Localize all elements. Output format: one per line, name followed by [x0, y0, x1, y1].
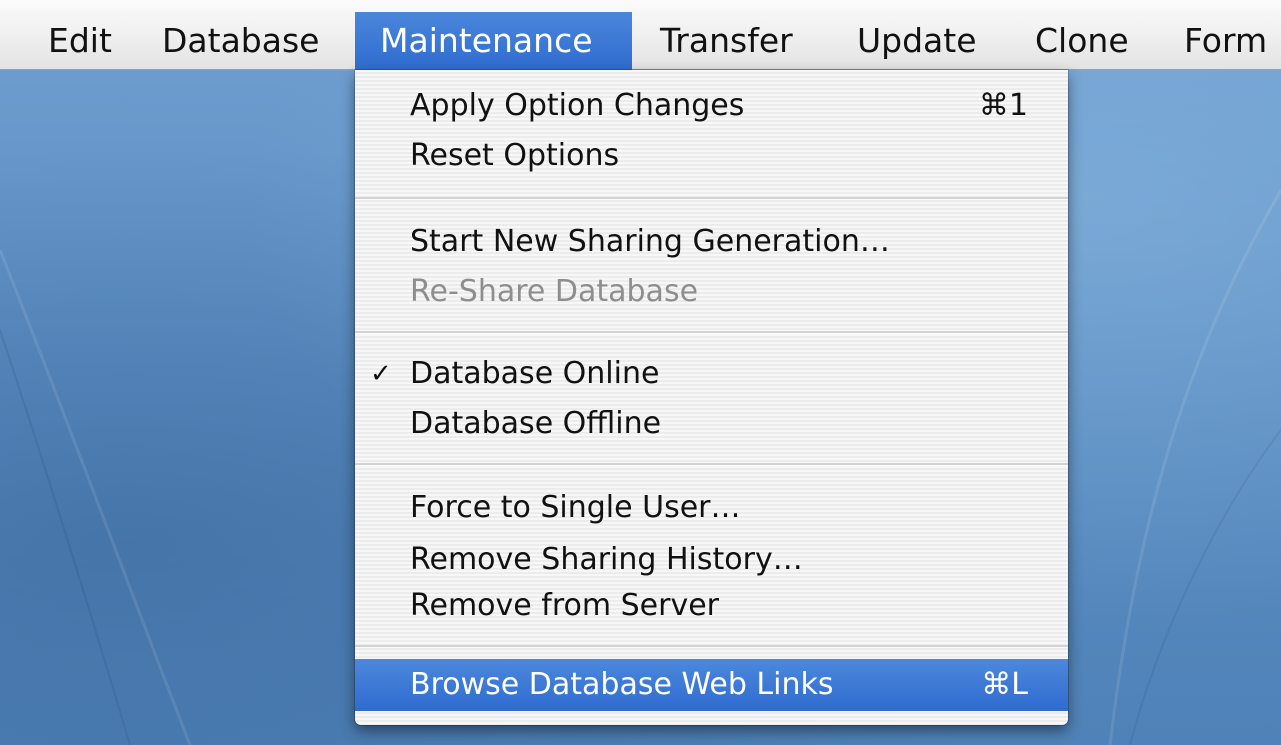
- keyboard-shortcut: ⌘1: [978, 88, 1028, 123]
- menu-separator: [355, 197, 1068, 200]
- menu-item-label: Reset Options: [410, 138, 620, 173]
- menu-clone[interactable]: Clone: [1021, 12, 1170, 70]
- keyboard-shortcut: ⌘L: [981, 667, 1028, 702]
- maintenance-dropdown-menu: Apply Option Changes ⌘1 Reset Options St…: [355, 70, 1068, 725]
- menu-separator: [355, 463, 1068, 466]
- menu-item-label: Database Offline: [410, 406, 662, 441]
- menu-item-label: Re-Share Database: [410, 274, 699, 309]
- menu-item-label: Remove from Server: [410, 588, 720, 623]
- menu-format[interactable]: Form: [1170, 12, 1281, 70]
- menu-item-re-share-database: Re-Share Database: [355, 264, 1068, 320]
- menu-item-label: Database Online: [410, 356, 660, 391]
- menu-database[interactable]: Database: [148, 12, 352, 70]
- menu-item-apply-option-changes[interactable]: Apply Option Changes ⌘1: [355, 78, 1068, 134]
- menu-item-browse-database-web-links[interactable]: Browse Database Web Links ⌘L: [355, 659, 1068, 711]
- menu-item-remove-from-server[interactable]: Remove from Server: [355, 578, 1068, 634]
- menu-update[interactable]: Update: [843, 12, 1017, 70]
- menu-separator: [355, 331, 1068, 334]
- menu-item-label: Browse Database Web Links: [410, 667, 834, 702]
- checkmark-icon: ✓: [370, 359, 392, 389]
- menu-item-label: Apply Option Changes: [410, 88, 745, 123]
- menu-item-database-offline[interactable]: Database Offline: [355, 396, 1068, 452]
- menu-item-label: Force to Single User…: [410, 490, 741, 525]
- menu-bar: Edit Database Maintenance Transfer Updat…: [0, 0, 1281, 70]
- menu-transfer[interactable]: Transfer: [646, 12, 830, 70]
- menu-maintenance[interactable]: Maintenance: [355, 12, 632, 70]
- menu-item-force-to-single-user[interactable]: Force to Single User…: [355, 480, 1068, 536]
- menu-item-database-online[interactable]: ✓ Database Online: [355, 346, 1068, 402]
- menu-edit[interactable]: Edit: [34, 12, 138, 70]
- menu-item-label: Start New Sharing Generation…: [410, 224, 890, 259]
- menu-separator: [355, 645, 1068, 648]
- menu-item-reset-options[interactable]: Reset Options: [355, 128, 1068, 184]
- menu-item-start-new-sharing-generation[interactable]: Start New Sharing Generation…: [355, 214, 1068, 270]
